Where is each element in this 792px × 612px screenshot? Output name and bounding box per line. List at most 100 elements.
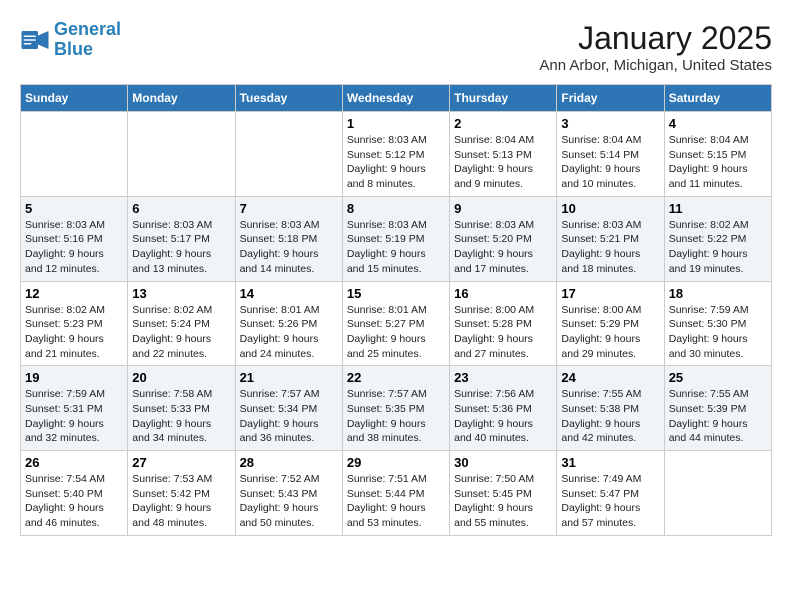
calendar-cell: 12Sunrise: 8:02 AM Sunset: 5:23 PM Dayli… (21, 281, 128, 366)
day-info: Sunrise: 7:57 AM Sunset: 5:35 PM Dayligh… (347, 387, 445, 446)
day-number: 25 (669, 370, 767, 385)
day-number: 7 (240, 201, 338, 216)
day-number: 30 (454, 455, 552, 470)
day-number: 3 (561, 116, 659, 131)
weekday-header-tuesday: Tuesday (235, 85, 342, 112)
calendar-cell: 9 Sunrise: 8:03 AM Sunset: 5:20 PM Daylig… (450, 196, 557, 281)
day-info: Sunrise: 8:03 AM Sunset: 5:21 PM Dayligh… (561, 218, 659, 277)
calendar-cell: 26 Sunrise: 7:54 AM Sunset: 5:40 PM Dayli… (21, 451, 128, 536)
calendar-cell: 7 Sunrise: 8:03 AM Sunset: 5:18 PM Daylig… (235, 196, 342, 281)
day-info: Sunrise: 8:03 AM Sunset: 5:20 PM Dayligh… (454, 218, 552, 277)
calendar-cell: 25 Sunrise: 7:55 AM Sunset: 5:39 PM Dayli… (664, 366, 771, 451)
day-number: 10 (561, 201, 659, 216)
day-number: 28 (240, 455, 338, 470)
logo-text: General Blue (54, 20, 121, 60)
logo-icon (20, 25, 50, 55)
day-info: Sunrise: 7:59 AM Sunset: 5:31 PM Dayligh… (25, 387, 123, 446)
day-info: Sunrise: 8:03 AM Sunset: 5:17 PM Dayligh… (132, 218, 230, 277)
calendar-cell: 17 Sunrise: 8:00 AM Sunset: 5:29 PM Dayli… (557, 281, 664, 366)
calendar-cell: 24Sunrise: 7:55 AM Sunset: 5:38 PM Dayli… (557, 366, 664, 451)
calendar-cell: 14 Sunrise: 8:01 AM Sunset: 5:26 PM Dayli… (235, 281, 342, 366)
calendar-cell: 11Sunrise: 8:02 AM Sunset: 5:22 PM Dayli… (664, 196, 771, 281)
calendar-cell: 30Sunrise: 7:50 AM Sunset: 5:45 PM Dayli… (450, 451, 557, 536)
weekday-header-friday: Friday (557, 85, 664, 112)
calendar-cell (21, 112, 128, 197)
day-info: Sunrise: 8:03 AM Sunset: 5:19 PM Dayligh… (347, 218, 445, 277)
day-number: 9 (454, 201, 552, 216)
day-info: Sunrise: 8:04 AM Sunset: 5:14 PM Dayligh… (561, 133, 659, 192)
calendar-cell: 16Sunrise: 8:00 AM Sunset: 5:28 PM Dayli… (450, 281, 557, 366)
calendar-table: SundayMondayTuesdayWednesdayThursdayFrid… (20, 84, 772, 536)
calendar-cell: 27 Sunrise: 7:53 AM Sunset: 5:42 PM Dayli… (128, 451, 235, 536)
day-info: Sunrise: 7:51 AM Sunset: 5:44 PM Dayligh… (347, 472, 445, 531)
calendar-cell: 22 Sunrise: 7:57 AM Sunset: 5:35 PM Dayli… (342, 366, 449, 451)
day-number: 6 (132, 201, 230, 216)
calendar-cell: 2Sunrise: 8:04 AM Sunset: 5:13 PM Daylig… (450, 112, 557, 197)
calendar-cell: 21Sunrise: 7:57 AM Sunset: 5:34 PM Dayli… (235, 366, 342, 451)
day-number: 5 (25, 201, 123, 216)
calendar-cell: 15 Sunrise: 8:01 AM Sunset: 5:27 PM Dayli… (342, 281, 449, 366)
day-number: 27 (132, 455, 230, 470)
day-info: Sunrise: 7:58 AM Sunset: 5:33 PM Dayligh… (132, 387, 230, 446)
day-info: Sunrise: 8:04 AM Sunset: 5:15 PM Dayligh… (669, 133, 767, 192)
calendar-cell (235, 112, 342, 197)
day-info: Sunrise: 7:55 AM Sunset: 5:38 PM Dayligh… (561, 387, 659, 446)
title-area: January 2025 Ann Arbor, Michigan, United… (539, 20, 772, 74)
day-info: Sunrise: 7:59 AM Sunset: 5:30 PM Dayligh… (669, 303, 767, 362)
weekday-header-row: SundayMondayTuesdayWednesdayThursdayFrid… (21, 85, 772, 112)
calendar-cell: 1Sunrise: 8:03 AM Sunset: 5:12 PM Daylig… (342, 112, 449, 197)
calendar-cell: 10 Sunrise: 8:03 AM Sunset: 5:21 PM Dayli… (557, 196, 664, 281)
calendar-cell: 6 Sunrise: 8:03 AM Sunset: 5:17 PM Daylig… (128, 196, 235, 281)
calendar-cell: 31Sunrise: 7:49 AM Sunset: 5:47 PM Dayli… (557, 451, 664, 536)
weekday-header-sunday: Sunday (21, 85, 128, 112)
day-info: Sunrise: 8:02 AM Sunset: 5:23 PM Dayligh… (25, 303, 123, 362)
day-number: 20 (132, 370, 230, 385)
day-info: Sunrise: 7:49 AM Sunset: 5:47 PM Dayligh… (561, 472, 659, 531)
day-number: 14 (240, 286, 338, 301)
day-number: 16 (454, 286, 552, 301)
week-row-1: 5 Sunrise: 8:03 AM Sunset: 5:16 PM Daylig… (21, 196, 772, 281)
weekday-header-saturday: Saturday (664, 85, 771, 112)
calendar-cell (128, 112, 235, 197)
day-info: Sunrise: 8:03 AM Sunset: 5:12 PM Dayligh… (347, 133, 445, 192)
weekday-header-thursday: Thursday (450, 85, 557, 112)
calendar-cell: 28Sunrise: 7:52 AM Sunset: 5:43 PM Dayli… (235, 451, 342, 536)
calendar-cell: 13Sunrise: 8:02 AM Sunset: 5:24 PM Dayli… (128, 281, 235, 366)
week-row-2: 12Sunrise: 8:02 AM Sunset: 5:23 PM Dayli… (21, 281, 772, 366)
weekday-header-wednesday: Wednesday (342, 85, 449, 112)
location: Ann Arbor, Michigan, United States (539, 57, 772, 74)
day-info: Sunrise: 7:53 AM Sunset: 5:42 PM Dayligh… (132, 472, 230, 531)
calendar-cell: 4 Sunrise: 8:04 AM Sunset: 5:15 PM Daylig… (664, 112, 771, 197)
week-row-0: 1Sunrise: 8:03 AM Sunset: 5:12 PM Daylig… (21, 112, 772, 197)
day-info: Sunrise: 7:56 AM Sunset: 5:36 PM Dayligh… (454, 387, 552, 446)
calendar-cell: 19 Sunrise: 7:59 AM Sunset: 5:31 PM Dayli… (21, 366, 128, 451)
week-row-3: 19 Sunrise: 7:59 AM Sunset: 5:31 PM Dayli… (21, 366, 772, 451)
day-info: Sunrise: 8:01 AM Sunset: 5:26 PM Dayligh… (240, 303, 338, 362)
week-row-4: 26 Sunrise: 7:54 AM Sunset: 5:40 PM Dayli… (21, 451, 772, 536)
day-number: 22 (347, 370, 445, 385)
day-number: 17 (561, 286, 659, 301)
day-number: 26 (25, 455, 123, 470)
calendar-cell: 20 Sunrise: 7:58 AM Sunset: 5:33 PM Dayli… (128, 366, 235, 451)
day-number: 8 (347, 201, 445, 216)
day-info: Sunrise: 8:00 AM Sunset: 5:29 PM Dayligh… (561, 303, 659, 362)
calendar-cell (664, 451, 771, 536)
day-info: Sunrise: 8:02 AM Sunset: 5:22 PM Dayligh… (669, 218, 767, 277)
day-info: Sunrise: 8:03 AM Sunset: 5:16 PM Dayligh… (25, 218, 123, 277)
day-info: Sunrise: 8:02 AM Sunset: 5:24 PM Dayligh… (132, 303, 230, 362)
day-info: Sunrise: 7:57 AM Sunset: 5:34 PM Dayligh… (240, 387, 338, 446)
calendar-cell: 3 Sunrise: 8:04 AM Sunset: 5:14 PM Daylig… (557, 112, 664, 197)
day-info: Sunrise: 8:01 AM Sunset: 5:27 PM Dayligh… (347, 303, 445, 362)
day-info: Sunrise: 7:55 AM Sunset: 5:39 PM Dayligh… (669, 387, 767, 446)
day-number: 19 (25, 370, 123, 385)
page-header: General Blue January 2025 Ann Arbor, Mic… (20, 20, 772, 74)
day-number: 29 (347, 455, 445, 470)
calendar-cell: 5 Sunrise: 8:03 AM Sunset: 5:16 PM Daylig… (21, 196, 128, 281)
calendar-cell: 29 Sunrise: 7:51 AM Sunset: 5:44 PM Dayli… (342, 451, 449, 536)
day-number: 2 (454, 116, 552, 131)
day-info: Sunrise: 7:54 AM Sunset: 5:40 PM Dayligh… (25, 472, 123, 531)
day-number: 4 (669, 116, 767, 131)
day-number: 15 (347, 286, 445, 301)
calendar-cell: 8 Sunrise: 8:03 AM Sunset: 5:19 PM Daylig… (342, 196, 449, 281)
day-info: Sunrise: 8:03 AM Sunset: 5:18 PM Dayligh… (240, 218, 338, 277)
